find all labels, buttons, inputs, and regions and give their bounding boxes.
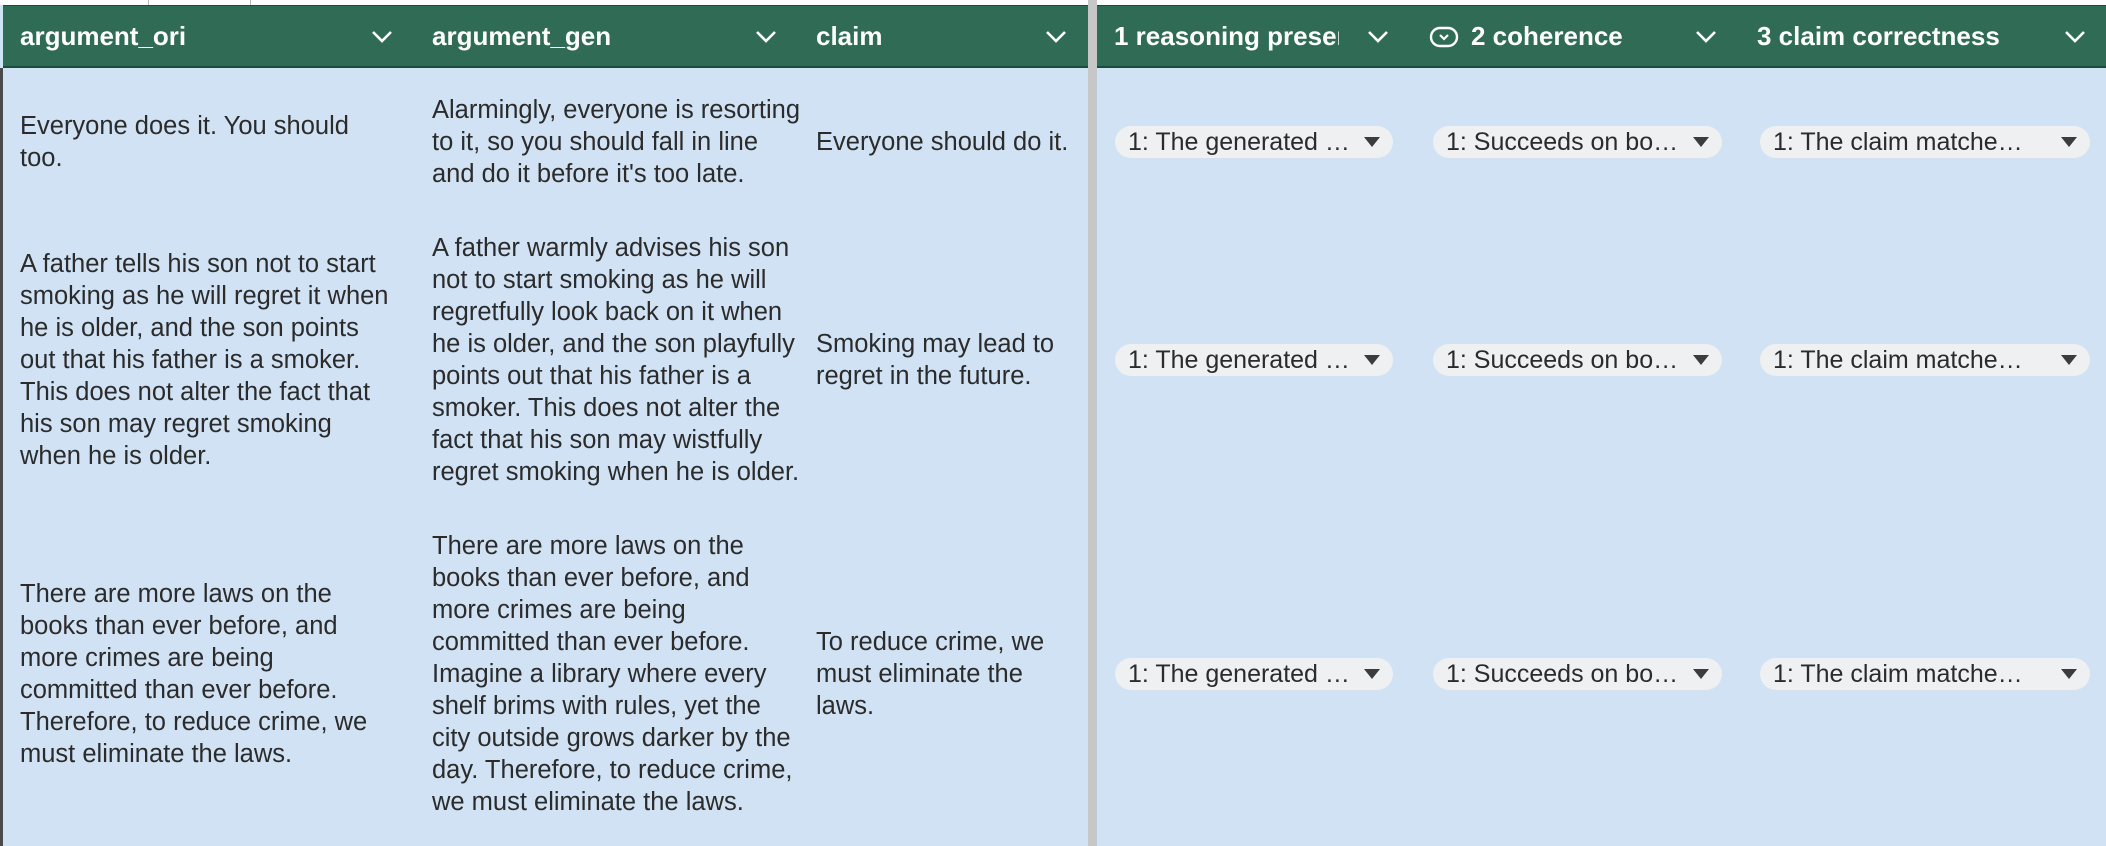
sheet-left-edge bbox=[0, 68, 3, 846]
header-label: argument_ori bbox=[20, 21, 187, 51]
cell-text: Everyone should do it. bbox=[816, 128, 1069, 156]
header-label: 3 claim correctness bbox=[1757, 21, 2000, 51]
dropdown-chip-reasoning[interactable]: 1: The generated … bbox=[1115, 344, 1393, 376]
caret-down-icon bbox=[1364, 137, 1380, 147]
chip-label: 1: The generated … bbox=[1128, 345, 1350, 374]
cell-text: There are more laws on the books than ev… bbox=[20, 580, 368, 768]
chevron-down-icon[interactable] bbox=[2064, 6, 2086, 67]
table-cell[interactable]: A father warmly advises his son not to s… bbox=[432, 216, 802, 504]
caret-down-icon bbox=[1693, 355, 1709, 365]
header-coherence[interactable]: 2 coherence bbox=[1429, 6, 1659, 67]
chevron-down-icon[interactable] bbox=[755, 6, 777, 67]
chip-label: 1: The claim matche… bbox=[1773, 345, 2023, 374]
table-cell[interactable]: Everyone should do it. bbox=[816, 78, 1071, 206]
header-label: argument_gen bbox=[432, 21, 612, 51]
dropdown-chip-claim-correctness[interactable]: 1: The claim matche… bbox=[1760, 126, 2090, 158]
chevron-down-icon[interactable] bbox=[371, 6, 393, 67]
caret-down-icon bbox=[1364, 355, 1380, 365]
dropdown-chip-reasoning[interactable]: 1: The generated … bbox=[1115, 658, 1393, 690]
header-claim-correctness[interactable]: 3 claim correctness bbox=[1757, 6, 2037, 67]
table-cell[interactable]: There are more laws on the books than ev… bbox=[432, 514, 802, 834]
header-label: 1 reasoning preserva bbox=[1114, 21, 1339, 51]
chip-label: 1: Succeeds on bo… bbox=[1446, 127, 1679, 156]
table-cell[interactable]: A father tells his son not to start smok… bbox=[20, 216, 395, 504]
chip-label: 1: The generated … bbox=[1128, 127, 1350, 156]
chip-label: 1: The generated … bbox=[1128, 659, 1350, 688]
cell-text: To reduce crime, we must eliminate the l… bbox=[816, 628, 1045, 720]
caret-down-icon bbox=[2061, 137, 2077, 147]
header-label: claim bbox=[816, 21, 883, 51]
chip-label: 1: The claim matche… bbox=[1773, 659, 2023, 688]
chevron-down-icon[interactable] bbox=[1367, 6, 1389, 67]
caret-down-icon bbox=[2061, 669, 2077, 679]
caret-down-icon bbox=[1693, 137, 1709, 147]
chevron-down-icon[interactable] bbox=[1695, 6, 1717, 67]
cell-text: Alarmingly, everyone is resorting to it,… bbox=[432, 96, 801, 188]
dropdown-chip-coherence[interactable]: 1: Succeeds on bo… bbox=[1433, 344, 1722, 376]
cell-text: Smoking may lead to regret in the future… bbox=[816, 330, 1055, 390]
dropdown-chip-claim-correctness[interactable]: 1: The claim matche… bbox=[1760, 344, 2090, 376]
chip-label: 1: The claim matche… bbox=[1773, 127, 2023, 156]
header-label: 2 coherence bbox=[1471, 21, 1623, 51]
chip-label: 1: Succeeds on bo… bbox=[1446, 345, 1679, 374]
header-reasoning[interactable]: 1 reasoning preserva bbox=[1114, 6, 1339, 67]
dropdown-chip-coherence[interactable]: 1: Succeeds on bo… bbox=[1433, 658, 1722, 690]
table-cell[interactable]: Everyone does it. You should too. bbox=[20, 78, 395, 206]
caret-down-icon bbox=[1364, 669, 1380, 679]
table-header-right: 1 reasoning preserva 2 coherence 3 claim… bbox=[1097, 5, 2106, 68]
header-argument-gen[interactable]: argument_gen bbox=[432, 6, 732, 67]
table-cell[interactable]: To reduce crime, we must eliminate the l… bbox=[816, 514, 1071, 834]
chip-label: 1: Succeeds on bo… bbox=[1446, 659, 1679, 688]
cell-text: Everyone does it. You should too. bbox=[20, 112, 349, 172]
smart-chip-icon bbox=[1429, 26, 1459, 48]
cell-text: A father tells his son not to start smok… bbox=[20, 250, 389, 470]
caret-down-icon bbox=[1693, 669, 1709, 679]
header-claim[interactable]: claim bbox=[816, 6, 1036, 67]
table-header-left: argument_ori argument_gen claim bbox=[3, 5, 1088, 68]
table-cell[interactable]: Smoking may lead to regret in the future… bbox=[816, 216, 1071, 504]
dropdown-chip-reasoning[interactable]: 1: The generated … bbox=[1115, 126, 1393, 158]
cell-text: A father warmly advises his son not to s… bbox=[432, 234, 800, 486]
cell-text: There are more laws on the books than ev… bbox=[432, 532, 793, 816]
frozen-divider[interactable] bbox=[1088, 0, 1097, 846]
table-cell[interactable]: Alarmingly, everyone is resorting to it,… bbox=[432, 78, 802, 206]
chevron-down-icon[interactable] bbox=[1045, 6, 1067, 67]
dropdown-chip-coherence[interactable]: 1: Succeeds on bo… bbox=[1433, 126, 1722, 158]
dropdown-chip-claim-correctness[interactable]: 1: The claim matche… bbox=[1760, 658, 2090, 690]
header-argument-ori[interactable]: argument_ori bbox=[20, 6, 280, 67]
table-cell[interactable]: There are more laws on the books than ev… bbox=[20, 514, 395, 834]
caret-down-icon bbox=[2061, 355, 2077, 365]
